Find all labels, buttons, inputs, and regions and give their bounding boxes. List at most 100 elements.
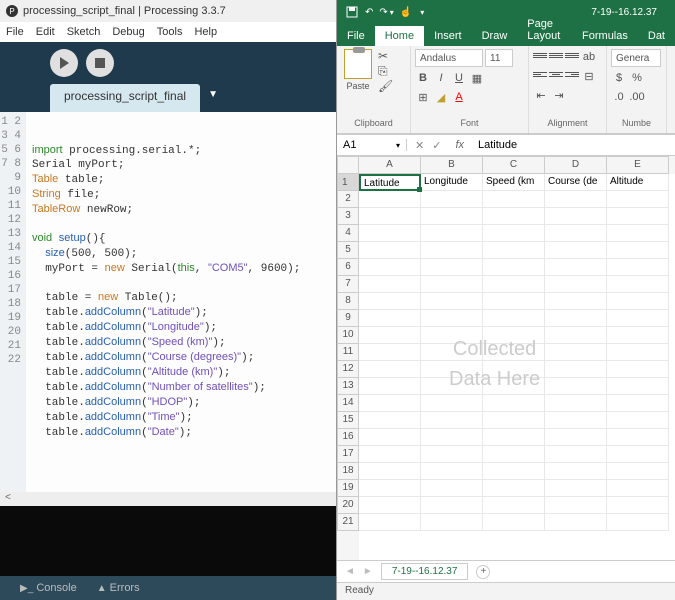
cell-D17[interactable] xyxy=(545,446,607,463)
cell-C17[interactable] xyxy=(483,446,545,463)
sheet-tab[interactable]: 7-19--16.12.37 xyxy=(381,563,469,580)
code-editor[interactable]: 1 2 3 4 5 6 7 8 9 10 11 12 13 14 15 16 1… xyxy=(0,112,336,492)
cell-E13[interactable] xyxy=(607,378,669,395)
cell-E18[interactable] xyxy=(607,463,669,480)
cell-A9[interactable] xyxy=(359,310,421,327)
sketch-tab[interactable]: processing_script_final xyxy=(50,84,200,112)
cell-A20[interactable] xyxy=(359,497,421,514)
row-header-5[interactable]: 5 xyxy=(337,242,359,259)
cell-D21[interactable] xyxy=(545,514,607,531)
cell-C9[interactable] xyxy=(483,310,545,327)
qat-caret-icon[interactable]: ▾ xyxy=(390,8,394,17)
cell-B18[interactable] xyxy=(421,463,483,480)
cancel-icon[interactable]: ✕ xyxy=(415,139,424,152)
run-button[interactable] xyxy=(50,49,78,77)
row-header-6[interactable]: 6 xyxy=(337,259,359,276)
bold-button[interactable]: B xyxy=(415,70,431,86)
cell-A12[interactable] xyxy=(359,361,421,378)
font-color-button[interactable]: A xyxy=(451,89,467,105)
cell-C3[interactable] xyxy=(483,208,545,225)
sheet-nav-prev-icon[interactable]: ◄ xyxy=(345,566,355,577)
row-header-2[interactable]: 2 xyxy=(337,191,359,208)
cell-D15[interactable] xyxy=(545,412,607,429)
decrease-indent-icon[interactable]: ⇤ xyxy=(533,87,549,103)
code-area[interactable]: import processing.serial.*; Serial myPor… xyxy=(26,112,336,492)
menu-help[interactable]: Help xyxy=(194,26,217,38)
cell-B19[interactable] xyxy=(421,480,483,497)
align-bottom-icon[interactable] xyxy=(565,49,579,61)
cell-C1[interactable]: Speed (km xyxy=(483,174,545,191)
align-center-icon[interactable] xyxy=(549,68,563,80)
sheet-nav-next-icon[interactable]: ► xyxy=(363,566,373,577)
cell-D5[interactable] xyxy=(545,242,607,259)
cell-B7[interactable] xyxy=(421,276,483,293)
cell-B17[interactable] xyxy=(421,446,483,463)
cell-A17[interactable] xyxy=(359,446,421,463)
cell-E3[interactable] xyxy=(607,208,669,225)
menu-debug[interactable]: Debug xyxy=(112,26,144,38)
cell-A13[interactable] xyxy=(359,378,421,395)
cell-C14[interactable] xyxy=(483,395,545,412)
cell-A14[interactable] xyxy=(359,395,421,412)
cell-A21[interactable] xyxy=(359,514,421,531)
cell-D18[interactable] xyxy=(545,463,607,480)
cell-A10[interactable] xyxy=(359,327,421,344)
cell-E1[interactable]: Altitude xyxy=(607,174,669,191)
cell-B14[interactable] xyxy=(421,395,483,412)
align-top-icon[interactable] xyxy=(533,49,547,61)
cell-C11[interactable] xyxy=(483,344,545,361)
new-sheet-button[interactable]: + xyxy=(476,565,490,579)
row-header-21[interactable]: 21 xyxy=(337,514,359,531)
col-header-A[interactable]: A xyxy=(359,156,421,174)
cell-B1[interactable]: Longitude xyxy=(421,174,483,191)
borders-icon[interactable]: ⊞ xyxy=(415,89,431,105)
cell-A3[interactable] xyxy=(359,208,421,225)
row-header-1[interactable]: 1 xyxy=(337,174,359,191)
col-header-C[interactable]: C xyxy=(483,156,545,174)
font-size-select[interactable]: 11 xyxy=(485,49,513,67)
cell-D14[interactable] xyxy=(545,395,607,412)
row-header-20[interactable]: 20 xyxy=(337,497,359,514)
cell-E17[interactable] xyxy=(607,446,669,463)
cell-E2[interactable] xyxy=(607,191,669,208)
touch-icon[interactable]: ☝ xyxy=(400,7,412,18)
underline-button[interactable]: U xyxy=(451,70,467,86)
cell-D13[interactable] xyxy=(545,378,607,395)
cell-B3[interactable] xyxy=(421,208,483,225)
cell-D20[interactable] xyxy=(545,497,607,514)
cell-E15[interactable] xyxy=(607,412,669,429)
cell-A7[interactable] xyxy=(359,276,421,293)
cell-E12[interactable] xyxy=(607,361,669,378)
decrease-decimal-icon[interactable]: .00 xyxy=(629,89,645,105)
fx-icon[interactable]: fx xyxy=(449,139,470,151)
cell-A6[interactable] xyxy=(359,259,421,276)
cell-B12[interactable] xyxy=(421,361,483,378)
cell-E19[interactable] xyxy=(607,480,669,497)
cell-C6[interactable] xyxy=(483,259,545,276)
cell-B20[interactable] xyxy=(421,497,483,514)
row-header-13[interactable]: 13 xyxy=(337,378,359,395)
ribbon-tab-formulas[interactable]: Formulas xyxy=(572,26,638,46)
row-header-14[interactable]: 14 xyxy=(337,395,359,412)
spreadsheet-grid[interactable]: ABCDE 123456789101112131415161718192021 … xyxy=(337,156,675,560)
cell-C16[interactable] xyxy=(483,429,545,446)
select-all-corner[interactable] xyxy=(337,156,359,174)
cell-C2[interactable] xyxy=(483,191,545,208)
align-right-icon[interactable] xyxy=(565,68,579,80)
cell-A1[interactable]: Latitude xyxy=(359,174,421,191)
enter-icon[interactable]: ✓ xyxy=(432,139,441,152)
cell-E14[interactable] xyxy=(607,395,669,412)
cell-B10[interactable] xyxy=(421,327,483,344)
cell-A8[interactable] xyxy=(359,293,421,310)
cell-D11[interactable] xyxy=(545,344,607,361)
merge-icon[interactable]: ⊟ xyxy=(581,68,597,84)
font-name-select[interactable]: Andalus xyxy=(415,49,483,67)
cell-C10[interactable] xyxy=(483,327,545,344)
cell-B6[interactable] xyxy=(421,259,483,276)
cell-E7[interactable] xyxy=(607,276,669,293)
cell-A19[interactable] xyxy=(359,480,421,497)
cell-B21[interactable] xyxy=(421,514,483,531)
format-painter-icon[interactable]: 🖌 xyxy=(378,79,393,93)
cell-C4[interactable] xyxy=(483,225,545,242)
cell-C21[interactable] xyxy=(483,514,545,531)
